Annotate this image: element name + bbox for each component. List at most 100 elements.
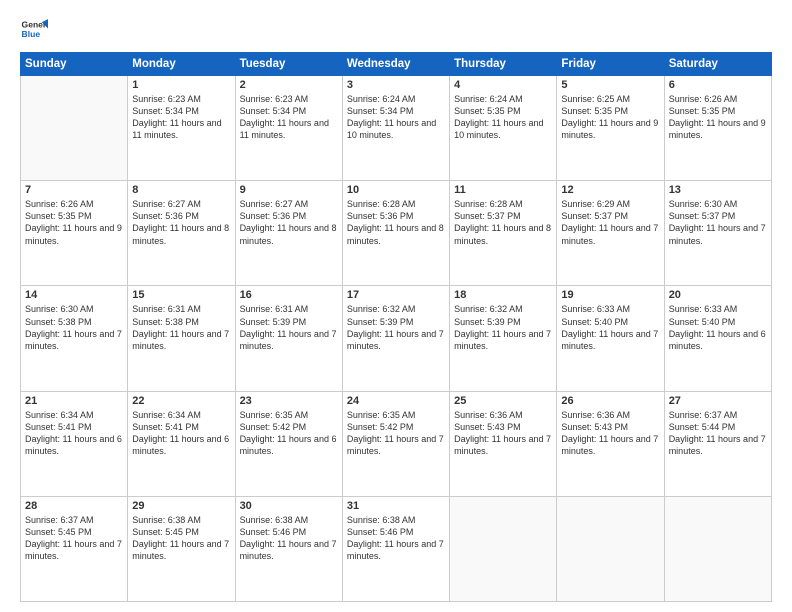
daylight-text: Daylight: 11 hours and 11 minutes. [240,117,338,141]
daylight-text: Daylight: 11 hours and 9 minutes. [669,117,767,141]
sunset-text: Sunset: 5:39 PM [240,316,338,328]
day-number: 5 [561,79,659,91]
calendar-cell: 9Sunrise: 6:27 AMSunset: 5:36 PMDaylight… [235,181,342,286]
sunset-text: Sunset: 5:34 PM [240,105,338,117]
day-number: 31 [347,500,445,512]
daylight-text: Daylight: 11 hours and 6 minutes. [132,433,230,457]
calendar-cell: 23Sunrise: 6:35 AMSunset: 5:42 PMDayligh… [235,391,342,496]
day-number: 28 [25,500,123,512]
sunset-text: Sunset: 5:45 PM [25,526,123,538]
day-number: 14 [25,289,123,301]
calendar-cell: 7Sunrise: 6:26 AMSunset: 5:35 PMDaylight… [21,181,128,286]
sunrise-text: Sunrise: 6:23 AM [240,93,338,105]
header: General Blue [20,16,772,44]
day-number: 26 [561,395,659,407]
calendar-cell: 22Sunrise: 6:34 AMSunset: 5:41 PMDayligh… [128,391,235,496]
day-number: 30 [240,500,338,512]
daylight-text: Daylight: 11 hours and 8 minutes. [240,222,338,246]
sunset-text: Sunset: 5:39 PM [454,316,552,328]
daylight-text: Daylight: 11 hours and 7 minutes. [240,328,338,352]
calendar-cell: 21Sunrise: 6:34 AMSunset: 5:41 PMDayligh… [21,391,128,496]
daylight-text: Daylight: 11 hours and 7 minutes. [561,328,659,352]
logo: General Blue [20,16,48,44]
day-number: 29 [132,500,230,512]
daylight-text: Daylight: 11 hours and 7 minutes. [669,222,767,246]
day-number: 6 [669,79,767,91]
day-number: 20 [669,289,767,301]
daylight-text: Daylight: 11 hours and 7 minutes. [347,538,445,562]
daylight-text: Daylight: 11 hours and 6 minutes. [25,433,123,457]
day-number: 15 [132,289,230,301]
calendar-cell: 27Sunrise: 6:37 AMSunset: 5:44 PMDayligh… [664,391,771,496]
sunrise-text: Sunrise: 6:35 AM [240,409,338,421]
daylight-text: Daylight: 11 hours and 8 minutes. [132,222,230,246]
logo-icon: General Blue [20,16,48,44]
calendar-cell: 6 Sunrise: 6:26 AMSunset: 5:35 PMDaylight… [664,76,771,181]
daylight-text: Daylight: 11 hours and 9 minutes. [561,117,659,141]
daylight-text: Daylight: 11 hours and 11 minutes. [132,117,230,141]
calendar-cell: 29Sunrise: 6:38 AMSunset: 5:45 PMDayligh… [128,496,235,601]
daylight-text: Daylight: 11 hours and 7 minutes. [240,538,338,562]
sunset-text: Sunset: 5:36 PM [347,210,445,222]
sunrise-text: Sunrise: 6:33 AM [669,303,767,315]
calendar-cell: 11Sunrise: 6:28 AMSunset: 5:37 PMDayligh… [450,181,557,286]
col-header-tuesday: Tuesday [235,53,342,76]
calendar-cell: 30Sunrise: 6:38 AMSunset: 5:46 PMDayligh… [235,496,342,601]
sunrise-text: Sunrise: 6:24 AM [347,93,445,105]
daylight-text: Daylight: 11 hours and 7 minutes. [347,433,445,457]
calendar-cell [21,76,128,181]
sunset-text: Sunset: 5:46 PM [240,526,338,538]
calendar-page: General Blue SundayMondayTuesdayWednesda… [0,0,792,612]
sunrise-text: Sunrise: 6:33 AM [561,303,659,315]
sunset-text: Sunset: 5:37 PM [454,210,552,222]
day-number: 2 [240,79,338,91]
day-number: 3 [347,79,445,91]
sunrise-text: Sunrise: 6:36 AM [454,409,552,421]
daylight-text: Daylight: 11 hours and 7 minutes. [454,328,552,352]
sunrise-text: Sunrise: 6:26 AM [669,93,767,105]
header-row: SundayMondayTuesdayWednesdayThursdayFrid… [21,53,772,76]
sunrise-text: Sunrise: 6:34 AM [132,409,230,421]
sunrise-text: Sunrise: 6:28 AM [347,198,445,210]
week-row-2: 7Sunrise: 6:26 AMSunset: 5:35 PMDaylight… [21,181,772,286]
sunrise-text: Sunrise: 6:37 AM [25,514,123,526]
sunrise-text: Sunrise: 6:30 AM [25,303,123,315]
svg-text:Blue: Blue [22,29,41,39]
calendar-cell: 10Sunrise: 6:28 AMSunset: 5:36 PMDayligh… [342,181,449,286]
daylight-text: Daylight: 11 hours and 7 minutes. [669,433,767,457]
sunset-text: Sunset: 5:45 PM [132,526,230,538]
day-number: 10 [347,184,445,196]
sunset-text: Sunset: 5:39 PM [347,316,445,328]
sunset-text: Sunset: 5:38 PM [132,316,230,328]
daylight-text: Daylight: 11 hours and 7 minutes. [132,328,230,352]
sunrise-text: Sunrise: 6:31 AM [132,303,230,315]
day-number: 1 [132,79,230,91]
week-row-4: 21Sunrise: 6:34 AMSunset: 5:41 PMDayligh… [21,391,772,496]
col-header-thursday: Thursday [450,53,557,76]
daylight-text: Daylight: 11 hours and 6 minutes. [669,328,767,352]
sunrise-text: Sunrise: 6:38 AM [132,514,230,526]
day-number: 16 [240,289,338,301]
day-number: 9 [240,184,338,196]
sunrise-text: Sunrise: 6:27 AM [240,198,338,210]
day-number: 7 [25,184,123,196]
calendar-cell: 12Sunrise: 6:29 AMSunset: 5:37 PMDayligh… [557,181,664,286]
sunset-text: Sunset: 5:35 PM [669,105,767,117]
col-header-monday: Monday [128,53,235,76]
sunrise-text: Sunrise: 6:32 AM [347,303,445,315]
day-number: 25 [454,395,552,407]
day-number: 23 [240,395,338,407]
sunset-text: Sunset: 5:34 PM [132,105,230,117]
daylight-text: Daylight: 11 hours and 6 minutes. [240,433,338,457]
daylight-text: Daylight: 11 hours and 8 minutes. [454,222,552,246]
calendar-cell [664,496,771,601]
calendar-cell: 24Sunrise: 6:35 AMSunset: 5:42 PMDayligh… [342,391,449,496]
sunset-text: Sunset: 5:35 PM [561,105,659,117]
calendar-cell: 20Sunrise: 6:33 AMSunset: 5:40 PMDayligh… [664,286,771,391]
week-row-5: 28Sunrise: 6:37 AMSunset: 5:45 PMDayligh… [21,496,772,601]
col-header-friday: Friday [557,53,664,76]
calendar-cell [450,496,557,601]
sunrise-text: Sunrise: 6:27 AM [132,198,230,210]
daylight-text: Daylight: 11 hours and 7 minutes. [454,433,552,457]
daylight-text: Daylight: 11 hours and 7 minutes. [347,328,445,352]
